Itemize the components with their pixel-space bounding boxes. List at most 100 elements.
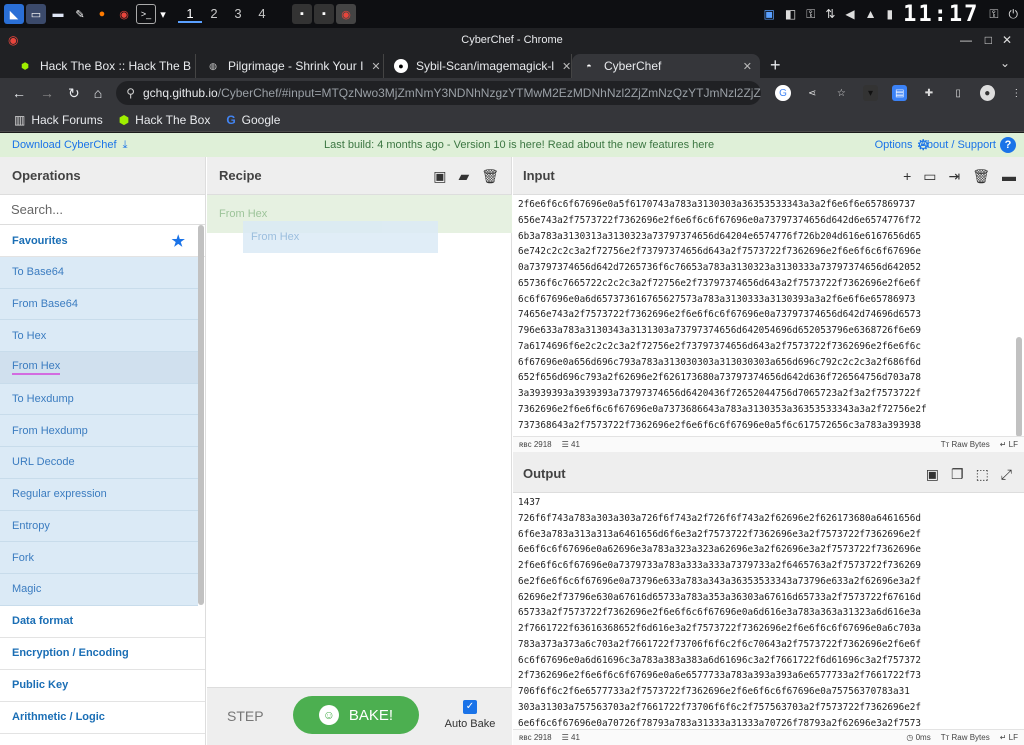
- tab-hackthebox[interactable]: ⬢ Hack The Box :: Hack The B ✕: [8, 54, 196, 78]
- close-tab-icon[interactable]: ✕: [562, 60, 571, 73]
- op-from-base64[interactable]: From Base64: [0, 288, 198, 321]
- open-file-icon[interactable]: ⇥: [948, 157, 960, 195]
- forward-arrow-icon[interactable]: →: [40, 85, 54, 101]
- save-output-icon[interactable]: ▣: [926, 455, 939, 493]
- op-fork[interactable]: Fork: [0, 542, 198, 574]
- replace-input-icon[interactable]: ⬚: [976, 455, 989, 493]
- op-url-decode[interactable]: URL Decode: [0, 447, 198, 479]
- battery-icon[interactable]: ▮: [887, 7, 894, 21]
- share-icon[interactable]: ⋖: [805, 85, 820, 101]
- power-icon[interactable]: ⏻: [1009, 7, 1019, 22]
- clock[interactable]: 11:17: [903, 2, 979, 27]
- recorder-icon[interactable]: ◧: [785, 7, 796, 21]
- maximize-icon[interactable]: ⤢: [1001, 455, 1012, 493]
- bookmark-hack-forums[interactable]: ▥ Hack Forums: [14, 113, 103, 127]
- menu-kebab-icon[interactable]: ⋮: [1009, 85, 1024, 101]
- op-to-hexdump[interactable]: To Hexdump: [0, 383, 198, 416]
- screen-icon[interactable]: ▣: [764, 7, 775, 21]
- copy-icon[interactable]: ❐: [951, 455, 964, 493]
- category-favourites[interactable]: Favourites ★: [0, 225, 205, 257]
- site-info-icon[interactable]: ⚲: [126, 86, 135, 100]
- extension-id-icon[interactable]: ▤: [892, 85, 908, 101]
- maximize-icon[interactable]: □: [985, 28, 992, 52]
- output-textarea[interactable]: 1437 726f6f743a783a303a303a726f6f743a2f72…: [518, 495, 1010, 729]
- back-arrow-icon[interactable]: ←: [12, 85, 26, 101]
- dropdown-arrow-icon[interactable]: ▾: [158, 4, 168, 24]
- home-icon[interactable]: ⌂: [94, 85, 102, 101]
- close-window-icon[interactable]: ✕: [1002, 28, 1012, 52]
- workspace-2[interactable]: 2: [202, 6, 226, 23]
- checkbox-checked-icon[interactable]: ✓: [463, 700, 477, 714]
- lock-icon[interactable]: ⚿: [806, 7, 815, 22]
- lock-screen-icon[interactable]: ⚿: [989, 7, 998, 22]
- build-notice[interactable]: Last build: 4 months ago - Version 10 is…: [324, 139, 714, 151]
- op-regular-expression[interactable]: Regular expression: [0, 478, 198, 511]
- desktop-icon[interactable]: ▭: [26, 4, 46, 24]
- file-manager-icon[interactable]: ▬: [48, 4, 68, 24]
- firefox-icon[interactable]: ●: [92, 4, 112, 24]
- tab-github[interactable]: ● Sybil-Scan/imagemagick-l ✕: [384, 54, 572, 78]
- workspace-4[interactable]: 4: [250, 6, 274, 23]
- operations-search-input[interactable]: Search...: [0, 195, 205, 225]
- download-link[interactable]: Download CyberChef ⤓: [12, 139, 127, 152]
- terminal-icon[interactable]: >_: [136, 4, 156, 24]
- star-icon[interactable]: ★: [172, 232, 185, 250]
- op-to-hex[interactable]: To Hex: [0, 320, 198, 353]
- tab-search-icon[interactable]: ⌄: [1000, 56, 1010, 70]
- trash-icon[interactable]: 🗑: [972, 157, 990, 195]
- input-textarea[interactable]: 2f6e6f6c6f67696e0a5f6170743a783a3130303a…: [518, 197, 1010, 433]
- close-tab-icon[interactable]: ✕: [371, 60, 380, 73]
- input-scrollbar[interactable]: [1016, 337, 1022, 437]
- tab-cyberchef[interactable]: ◓ CyberChef ✕: [572, 54, 760, 78]
- output-format[interactable]: Tт Raw Bytes: [941, 733, 990, 742]
- reload-icon[interactable]: ↻: [68, 85, 80, 102]
- chrome-window-icon[interactable]: ◉: [336, 4, 356, 24]
- extensions-puzzle-icon[interactable]: ✚: [921, 85, 936, 101]
- close-tab-icon[interactable]: ✕: [743, 60, 752, 73]
- workspace-3[interactable]: 3: [226, 6, 250, 23]
- bookmark-hack-the-box[interactable]: ⬢ Hack The Box: [119, 113, 211, 127]
- bookmark-google[interactable]: G Google: [226, 113, 280, 127]
- profile-icon[interactable]: ●: [979, 85, 995, 101]
- kali-menu-icon[interactable]: ◣: [4, 4, 24, 24]
- extension-bat-icon[interactable]: ▾: [862, 85, 879, 101]
- save-icon[interactable]: ▣: [433, 168, 446, 185]
- notification-bell-icon[interactable]: ▲: [865, 7, 877, 21]
- input-eol[interactable]: ↵ LF: [1000, 440, 1018, 449]
- output-eol[interactable]: ↵ LF: [1000, 733, 1018, 742]
- text-editor-icon[interactable]: ✎: [70, 4, 90, 24]
- category-public-key[interactable]: Public Key: [0, 670, 205, 702]
- auto-bake-toggle[interactable]: ✓ Auto Bake: [439, 700, 501, 730]
- volume-icon[interactable]: ◀: [845, 7, 854, 21]
- category-data-format[interactable]: Data format: [0, 606, 205, 638]
- op-from-hexdump[interactable]: From Hexdump: [0, 415, 198, 448]
- operations-scrollbar[interactable]: [198, 225, 204, 605]
- workspace-1[interactable]: 1: [178, 6, 202, 23]
- new-tab-button[interactable]: +: [760, 55, 791, 78]
- dragging-operation[interactable]: From Hex: [243, 221, 438, 253]
- op-from-hex[interactable]: From Hex: [0, 352, 198, 384]
- open-folder-icon[interactable]: ▭: [923, 157, 936, 195]
- category-encryption-encoding[interactable]: Encryption / Encoding: [0, 638, 205, 670]
- op-to-base64[interactable]: To Base64: [0, 257, 198, 289]
- folder-icon[interactable]: ▰: [458, 168, 469, 185]
- op-magic[interactable]: Magic: [0, 573, 198, 606]
- chrome-icon[interactable]: ◉: [114, 4, 134, 24]
- step-button[interactable]: STEP: [227, 708, 264, 724]
- window-preview-icon[interactable]: ▪: [314, 4, 334, 24]
- url-bar[interactable]: ⚲ gchq.github.io/CyberChef/#input=MTQzNw…: [116, 81, 762, 105]
- add-input-icon[interactable]: +: [903, 157, 911, 195]
- category-arithmetic-logic[interactable]: Arithmetic / Logic: [0, 702, 205, 734]
- input-format[interactable]: Tт Raw Bytes: [941, 440, 990, 449]
- bake-button[interactable]: ☺ BAKE!: [293, 696, 419, 734]
- google-icon[interactable]: G: [775, 85, 791, 101]
- minimize-icon[interactable]: —: [960, 28, 972, 52]
- window-preview-icon[interactable]: ▪: [292, 4, 312, 24]
- sidepanel-icon[interactable]: ▯: [951, 85, 966, 101]
- layout-icon[interactable]: ▬: [1002, 157, 1016, 195]
- network-icon[interactable]: ⇅: [825, 7, 835, 21]
- op-entropy[interactable]: Entropy: [0, 510, 198, 543]
- tab-pilgrimage[interactable]: ◍ Pilgrimage - Shrink Your I ✕: [196, 54, 384, 78]
- about-support-button[interactable]: About / Support?: [920, 137, 1016, 153]
- bookmark-star-icon[interactable]: ☆: [834, 85, 849, 101]
